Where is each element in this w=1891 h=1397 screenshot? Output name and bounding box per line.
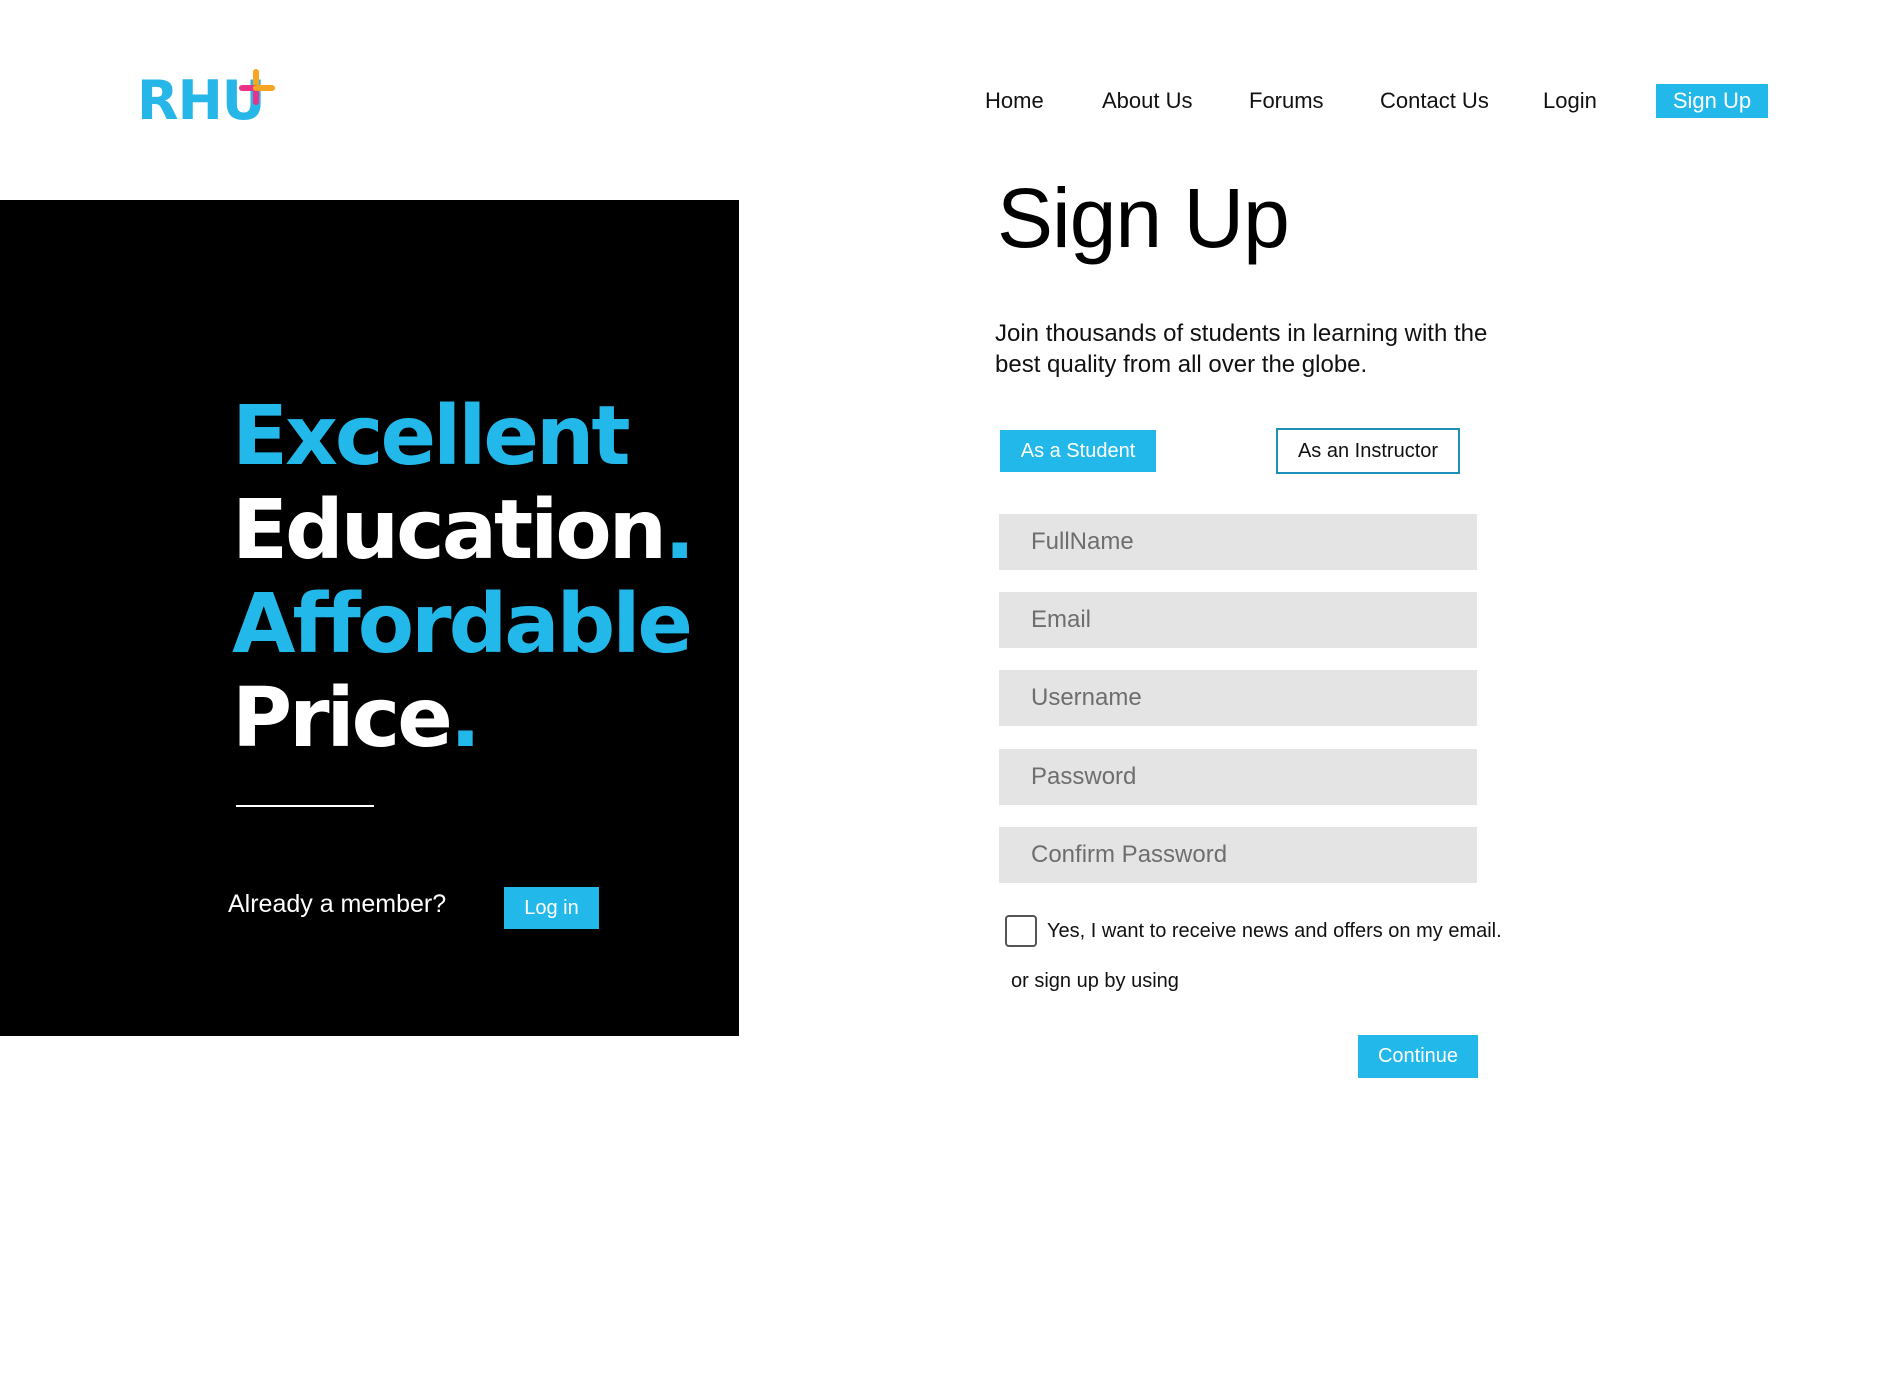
fullname-field[interactable] [999,514,1477,570]
newsletter-label: Yes, I want to receive news and offers o… [1047,920,1502,942]
hero-divider [236,805,374,807]
confirm-password-field[interactable] [999,827,1477,883]
nav-forums[interactable]: Forums [1249,88,1324,114]
newsletter-checkbox[interactable] [1005,915,1037,947]
nav-home[interactable]: Home [985,88,1044,114]
nav-login[interactable]: Login [1543,88,1597,114]
hero-headline: Excellent Education. Affordable Price. [232,389,695,766]
page-title: Sign Up [997,171,1290,265]
role-instructor-button[interactable]: As an Instructor [1276,428,1460,474]
email-field[interactable] [999,592,1477,648]
nav-signup-button[interactable]: Sign Up [1656,84,1768,118]
alt-signup-text: or sign up by using [1011,970,1179,992]
role-student-button[interactable]: As a Student [1000,430,1156,472]
hero-line-price: Price. [232,671,481,766]
username-field[interactable] [999,670,1477,726]
nav-about-us[interactable]: About Us [1102,88,1193,114]
hero-line-affordable: Affordable [232,577,693,672]
page-subtitle: Join thousands of students in learning w… [995,320,1488,378]
continue-button[interactable]: Continue [1358,1035,1478,1078]
already-member-text: Already a member? [228,890,447,918]
nav-contact-us[interactable]: Contact Us [1380,88,1489,114]
login-button[interactable]: Log in [504,887,599,929]
hero-line-excellent: Excellent [232,389,631,484]
hero-line-education: Education. [232,483,695,578]
main-nav: Home About Us Forums Contact Us Login Si… [0,84,1891,118]
password-field[interactable] [999,749,1477,805]
signup-page: RHU Home About Us Forums Contact Us Logi… [0,0,1891,1397]
hero-panel: Excellent Education. Affordable Price. A… [0,200,739,1036]
